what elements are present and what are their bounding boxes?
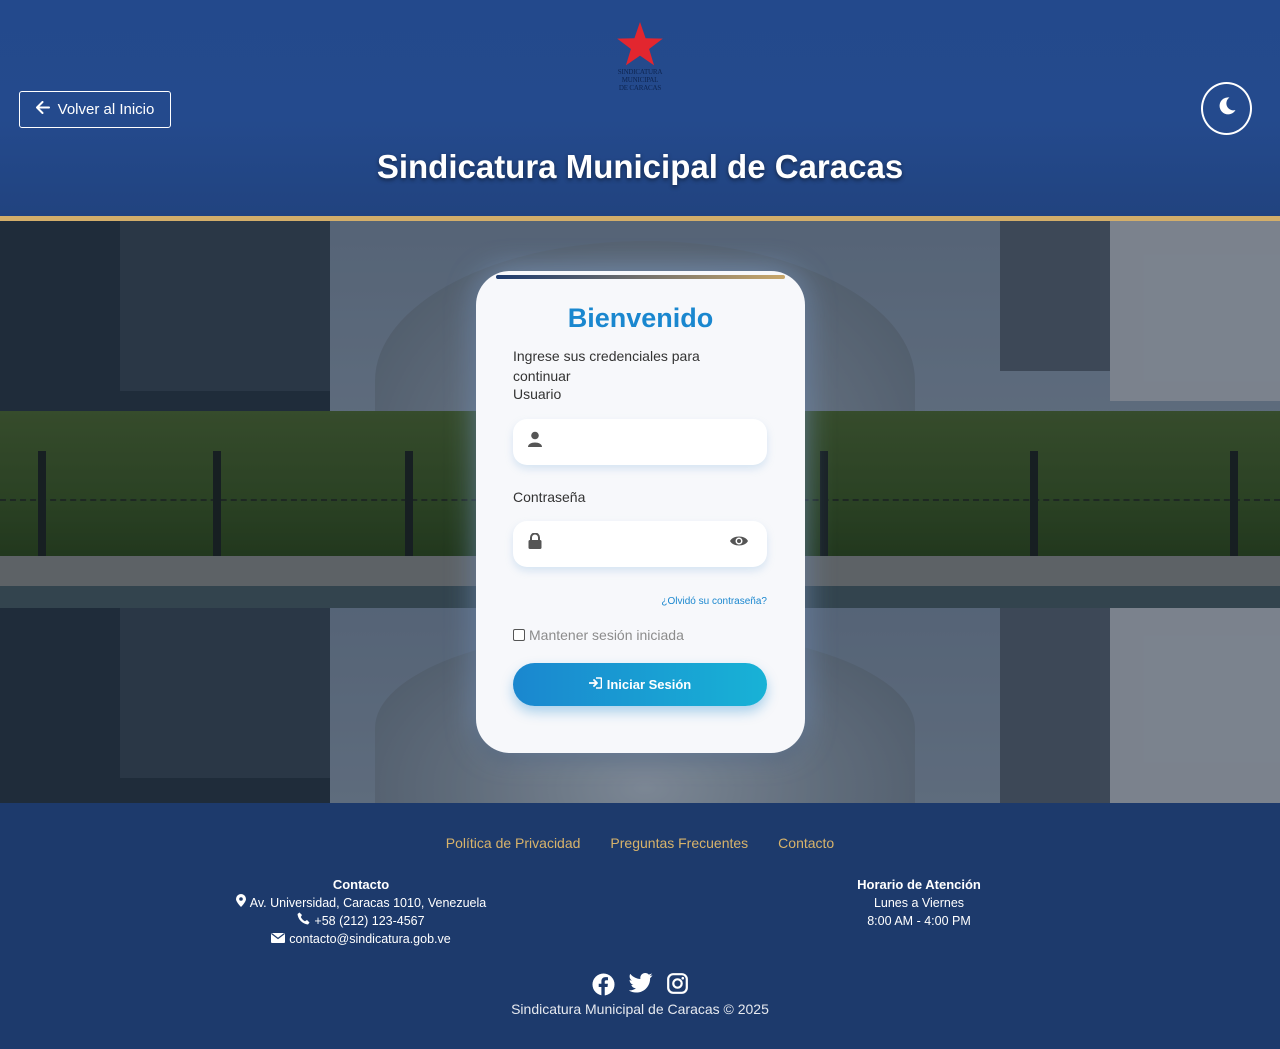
remember-label: Mantener sesión iniciada — [529, 627, 684, 643]
hours-heading: Horario de Atención — [857, 877, 981, 892]
contact-email: contacto@sindicatura.gob.ve — [289, 932, 451, 946]
hours-days: Lunes a Viernes — [873, 896, 965, 910]
sign-in-icon — [588, 677, 603, 692]
instagram-icon[interactable] — [667, 973, 688, 996]
hours-time: 8:00 AM - 4:00 PM — [867, 914, 971, 928]
login-subtitle: Ingrese sus credenciales para continuar — [513, 348, 700, 384]
contact-link[interactable]: Contacto — [778, 835, 834, 851]
twitter-icon[interactable] — [629, 973, 653, 996]
login-card: Bienvenido Ingrese sus credenciales para… — [476, 271, 805, 753]
site-header: SINDICATURA MUNICIPAL DE CARACAS Volver … — [0, 0, 1280, 217]
password-label: Contraseña — [513, 489, 586, 505]
map-marker-icon — [235, 894, 246, 912]
phone-icon — [297, 912, 310, 930]
copyright-text: Sindicatura Municipal de Caracas © 2025 — [511, 1001, 769, 1017]
password-input[interactable] — [513, 521, 767, 567]
back-to-home-button[interactable]: Volver al Inicio — [19, 91, 171, 128]
arrow-left-icon — [35, 101, 50, 118]
username-input[interactable] — [513, 419, 767, 465]
footer-links: Política de Privacidad Preguntas Frecuen… — [0, 835, 1280, 851]
forgot-password-link[interactable]: ¿Olvidó su contraseña? — [476, 596, 767, 607]
star-icon — [617, 22, 663, 66]
footer-contact: Contacto Av. Universidad, Caracas 1010, … — [221, 876, 501, 948]
welcome-heading: Bienvenido — [567, 303, 714, 333]
username-label: Usuario — [513, 386, 562, 402]
footer-hours: Horario de Atención Lunes a Viernes 8:00… — [819, 876, 1019, 930]
eye-icon[interactable] — [729, 533, 749, 554]
logo-text: SINDICATURA MUNICIPAL DE CARACAS — [617, 68, 663, 92]
moon-icon — [1217, 96, 1237, 121]
faq-link[interactable]: Preguntas Frecuentes — [610, 835, 748, 851]
site-footer: Política de Privacidad Preguntas Frecuen… — [0, 803, 1280, 1049]
privacy-policy-link[interactable]: Política de Privacidad — [446, 835, 581, 851]
back-button-label: Volver al Inicio — [57, 101, 155, 118]
social-links — [0, 973, 1280, 996]
card-accent-line — [496, 275, 785, 279]
logo: SINDICATURA MUNICIPAL DE CARACAS — [606, 20, 674, 110]
login-button-label: Iniciar Sesión — [606, 677, 692, 692]
lock-icon — [528, 532, 542, 554]
remember-checkbox[interactable] — [513, 629, 525, 641]
theme-toggle-button[interactable] — [1201, 82, 1252, 135]
login-button[interactable]: Iniciar Sesión — [513, 663, 767, 706]
envelope-icon — [271, 930, 286, 948]
contact-address: Av. Universidad, Caracas 1010, Venezuela — [249, 896, 487, 910]
facebook-icon[interactable] — [592, 973, 615, 996]
page-title: Sindicatura Municipal de Caracas — [376, 148, 904, 185]
user-icon — [528, 431, 542, 452]
remember-me: Mantener sesión iniciada — [513, 627, 684, 643]
contact-heading: Contacto — [332, 877, 390, 892]
contact-phone: +58 (212) 123-4567 — [314, 914, 425, 928]
